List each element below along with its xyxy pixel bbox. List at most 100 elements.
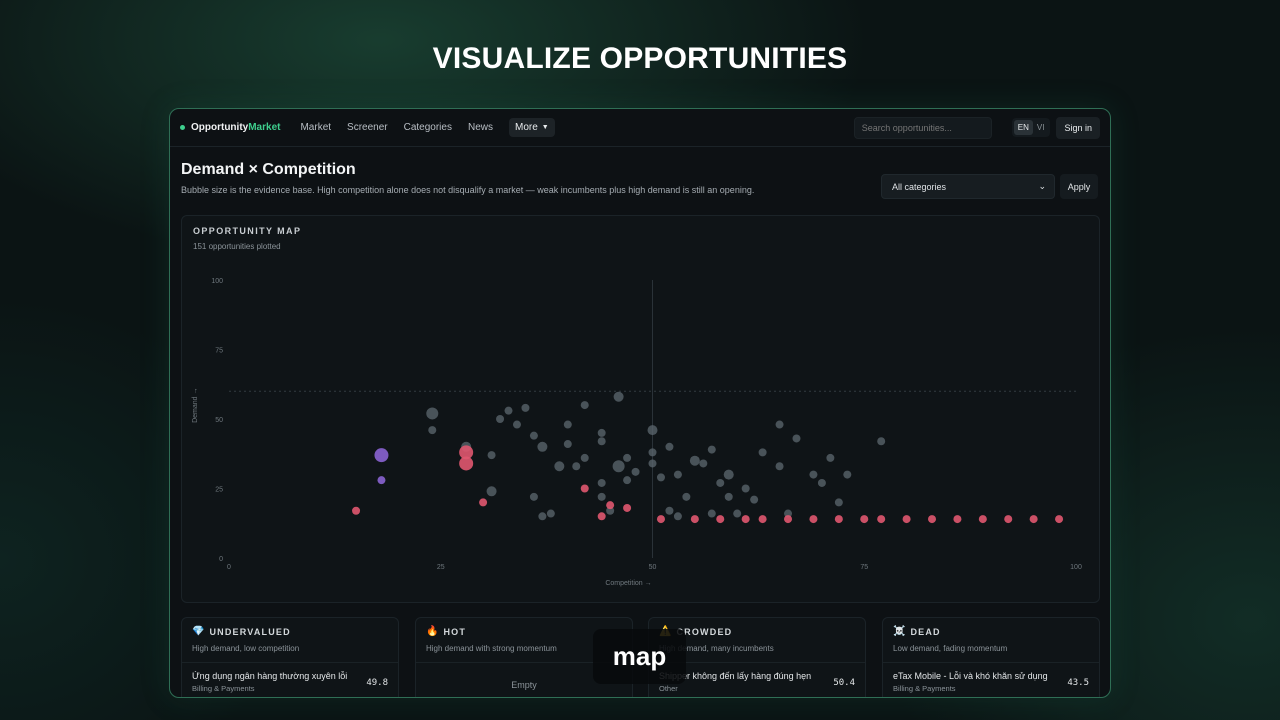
card-header: ☠️ DEAD [893,626,941,637]
data-point-red [953,515,962,524]
data-point-purple [374,448,389,463]
data-point-purple [377,476,386,485]
data-point-gray [817,478,826,487]
x-tick-label: 0 [227,564,231,571]
data-point-red [606,501,615,510]
x-tick-label: 75 [860,564,868,571]
item-score: 49.8 [366,678,388,688]
data-point-gray [487,451,496,460]
data-point-red [459,456,474,471]
data-point-gray [537,441,548,452]
card-title: DEAD [910,626,941,637]
item-score: 50.4 [833,678,855,688]
card-dead[interactable]: ☠️ DEAD Low demand, fading momentum eTax… [882,617,1100,697]
data-point-gray [563,420,572,429]
category-select-value: All categories [892,181,947,192]
data-point-gray [597,492,606,501]
nav-link-screener[interactable]: Screener [347,122,388,133]
data-point-gray [741,484,750,493]
card-header: 💎 UNDERVALUED [192,626,291,637]
data-point-gray [792,434,801,443]
language-switcher: EN VI [1011,118,1051,137]
nav-link-categories[interactable]: Categories [404,122,452,133]
item-category: Other [659,684,678,693]
y-tick-label: 100 [211,278,223,285]
app-window: Opportunity Market Market Screener Catego… [169,108,1111,698]
data-point-gray [733,509,742,518]
data-point-gray [707,445,716,454]
data-point-red [479,498,488,507]
opportunity-map-panel: 0 25 50 75 100 0 25 50 75 100 Competition → Demand … [181,215,1100,603]
chevron-down-icon: ⌄ [1038,181,1046,191]
nav-link-market[interactable]: Market [300,122,331,133]
data-point-gray [758,448,767,457]
top-nav: Opportunity Market Market Screener Catego… [170,109,1110,147]
data-point-gray [656,473,665,482]
map-subtitle: 151 opportunities plotted [193,242,281,251]
apply-button[interactable]: Apply [1060,174,1098,199]
data-point-gray [486,486,497,497]
data-point-gray [613,391,624,402]
nav-link-news[interactable]: News [468,122,493,133]
item-score: 43.5 [1067,678,1089,688]
data-point-gray [647,425,658,436]
data-point-gray [665,442,674,451]
data-point-gray [834,498,843,507]
category-select[interactable]: All categories ⌄ [881,174,1055,199]
data-point-red [902,515,911,524]
data-point-red [860,515,869,524]
data-point-gray [623,476,632,485]
data-point-red [1055,515,1064,524]
data-point-gray [699,459,708,468]
sign-in-button[interactable]: Sign in [1056,116,1100,139]
fire-icon: 🔥 [426,626,439,637]
nav-more-button[interactable]: More ▼ [508,118,555,137]
lang-en-button[interactable]: EN [1013,120,1033,135]
data-point-gray [877,437,886,446]
data-point-red [580,484,589,493]
map-title: OPPORTUNITY MAP [193,226,302,236]
brand-accent: Market [248,122,281,133]
data-point-gray [580,453,589,462]
data-point-gray [496,415,505,423]
data-point-red [1029,515,1038,524]
data-point-gray [707,509,716,518]
y-tick-label: 0 [219,556,223,563]
card-title: HOT [443,626,467,637]
card-description: High demand, low competition [192,644,300,653]
data-point-gray [546,509,555,518]
y-tick-label: 50 [215,417,223,424]
card-list-item[interactable]: Ứng dụng ngân hàng thường xuyên lỗi Bill… [192,671,388,693]
card-list-item[interactable]: Shipper không đến lấy hàng đúng hẹn Othe… [659,671,855,693]
data-point-gray [597,428,606,437]
data-point-gray [572,462,581,471]
data-point-gray [665,506,674,515]
data-point-gray [597,437,606,446]
data-point-red [1004,515,1013,524]
chevron-down-icon: ▼ [541,124,549,131]
data-point-red [656,515,665,524]
card-header: 🔥 HOT [426,626,466,637]
data-point-gray [750,495,759,504]
data-point-gray [843,470,852,479]
card-title: UNDERVALUED [209,626,291,637]
card-undervalued[interactable]: 💎 UNDERVALUED High demand, low competiti… [181,617,399,697]
data-point-gray [521,403,530,412]
data-point-gray [648,459,657,468]
card-list-item[interactable]: eTax Mobile - Lỗi và khó khăn sử dụng Bi… [893,671,1089,693]
item-category: Billing & Payments [192,684,255,693]
data-point-red [352,506,361,515]
data-point-red [784,515,793,524]
data-point-gray [512,420,521,429]
item-name: Ứng dụng ngân hàng thường xuyên lỗi [192,671,348,681]
data-point-gray [538,512,547,521]
hero-title: VISUALIZE OPPORTUNITIES [432,42,848,75]
data-point-gray [673,512,682,521]
data-point-gray [428,426,437,435]
brand-prefix: Opportunity [191,122,249,133]
x-axis-label: Competition → [605,580,651,587]
lang-vi-button[interactable]: VI [1033,120,1049,135]
search-input[interactable] [853,116,992,139]
y-tick-label: 75 [215,348,223,355]
brand-logo[interactable]: Opportunity Market [180,122,280,133]
